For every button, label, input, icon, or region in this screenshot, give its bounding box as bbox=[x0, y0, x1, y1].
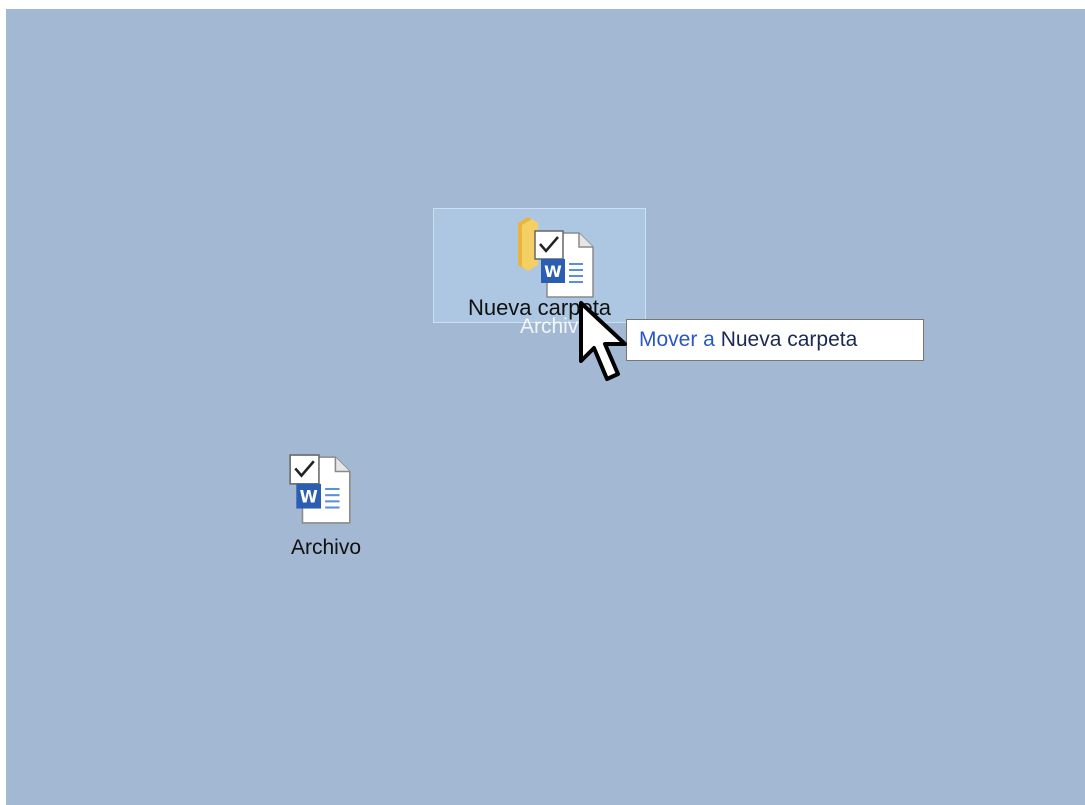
desktop[interactable]: Nueva carpeta W Archivo W Archivo Mover bbox=[6, 9, 1085, 805]
drag-tooltip: Mover a Nueva carpeta bbox=[626, 319, 924, 361]
svg-text:W: W bbox=[300, 487, 318, 506]
tooltip-verb: Mover a bbox=[639, 328, 715, 351]
arrow-cursor-icon bbox=[579, 301, 627, 381]
svg-text:W: W bbox=[544, 262, 562, 281]
file-item-archivo[interactable]: W Archivo bbox=[276, 453, 376, 573]
tooltip-target: Nueva carpeta bbox=[720, 328, 858, 351]
word-document-icon: W bbox=[289, 454, 351, 524]
file-label: Archivo bbox=[290, 536, 362, 559]
drag-ghost-word-document-icon: W bbox=[534, 230, 594, 298]
